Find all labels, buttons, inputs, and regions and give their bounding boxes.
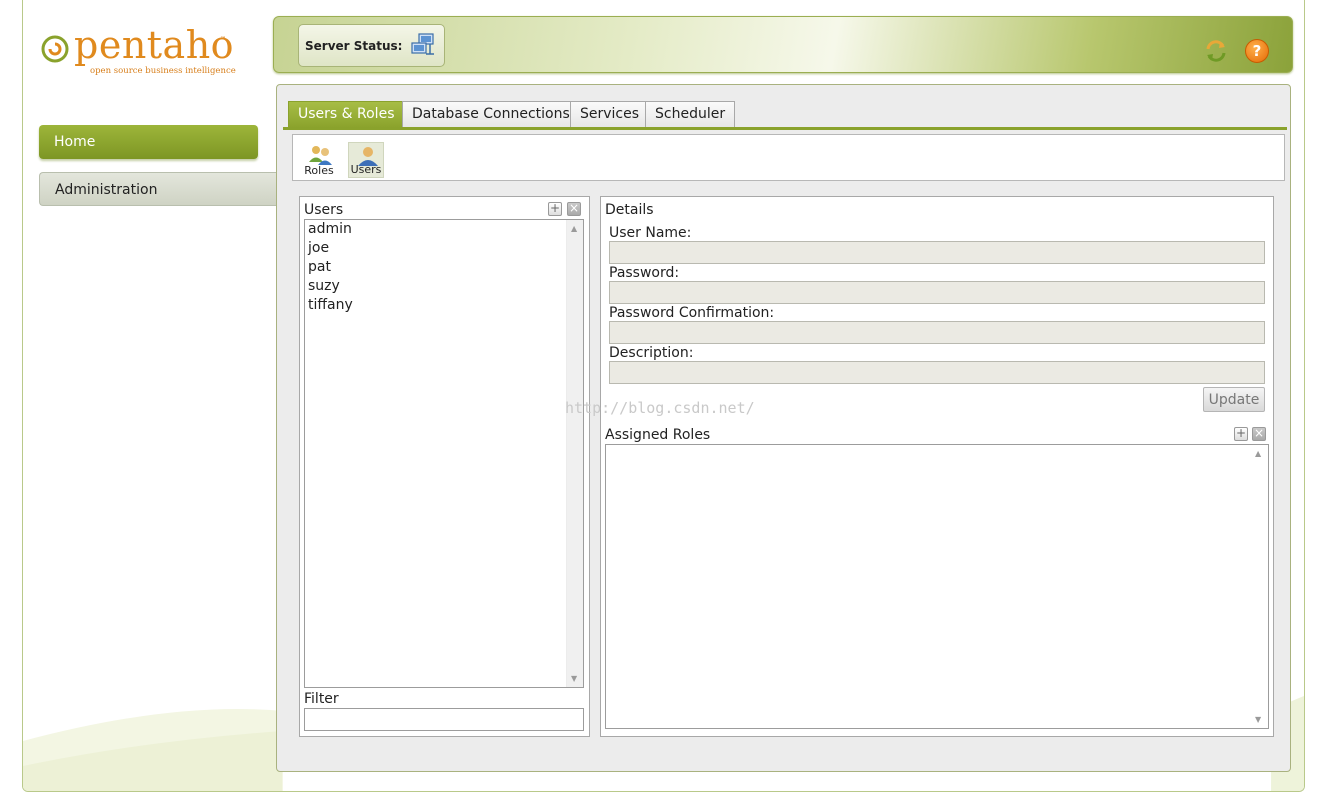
add-role-icon[interactable]: +	[1234, 427, 1248, 441]
scroll-up-icon[interactable]: ▲	[571, 224, 577, 233]
assigned-roles-list[interactable]: ▲ ▼	[605, 444, 1269, 729]
scroll-down-icon[interactable]: ▼	[571, 674, 577, 683]
password-field[interactable]	[609, 281, 1265, 304]
users-tool-label: Users	[350, 163, 382, 176]
scroll-down-icon[interactable]: ▼	[1255, 715, 1261, 724]
details-title: Details	[605, 202, 654, 218]
password-confirmation-label: Password Confirmation:	[609, 305, 775, 321]
scroll-up-icon[interactable]: ▲	[1255, 449, 1261, 458]
filter-label: Filter	[304, 691, 339, 707]
filter-input[interactable]	[304, 708, 584, 731]
users-panel-title: Users	[304, 202, 344, 218]
add-user-icon[interactable]: +	[548, 202, 562, 216]
roles-tool-label: Roles	[304, 164, 334, 177]
list-item[interactable]: admin	[307, 220, 565, 239]
list-item[interactable]: joe	[307, 239, 565, 258]
user-name-label: User Name:	[609, 225, 692, 241]
help-icon[interactable]: ?	[1245, 39, 1269, 63]
roles-icon	[309, 146, 332, 165]
remove-role-icon[interactable]: ×	[1252, 427, 1266, 441]
list-item[interactable]: pat	[307, 258, 565, 277]
remove-user-icon[interactable]: ×	[567, 202, 581, 216]
tab-scheduler[interactable]: Scheduler	[645, 101, 736, 128]
update-button[interactable]: Update	[1203, 387, 1265, 412]
user-name-field[interactable]	[609, 241, 1265, 264]
description-field[interactable]	[609, 361, 1265, 384]
server-network-icon	[411, 33, 434, 55]
watermark-text: http://blog.csdn.net/	[565, 399, 755, 417]
nav-home-button[interactable]: Home	[39, 125, 258, 159]
logo-trademark: ™	[220, 36, 226, 43]
tab-services[interactable]: Services	[570, 101, 650, 128]
password-label: Password:	[609, 265, 680, 281]
roles-tool-button[interactable]: Roles	[301, 142, 337, 178]
users-tool-button[interactable]: Users	[348, 142, 384, 178]
server-status-label: Server Status:	[305, 39, 403, 53]
assigned-roles-title: Assigned Roles	[605, 427, 711, 443]
users-list[interactable]: admin joe pat suzy tiffany ▲ ▼	[304, 219, 584, 688]
pentaho-swirl-icon	[41, 35, 69, 63]
description-label: Description:	[609, 345, 694, 361]
tab-underline	[283, 127, 1287, 130]
roles-list-scrollbar[interactable]: ▲ ▼	[1251, 445, 1268, 728]
toolbar	[292, 134, 1285, 181]
password-confirmation-field[interactable]	[609, 321, 1265, 344]
logo-wordmark: pentaho	[74, 23, 235, 67]
server-status-box[interactable]: Server Status:	[298, 24, 445, 67]
users-list-scrollbar[interactable]: ▲ ▼	[566, 220, 583, 687]
tab-users-roles[interactable]: Users & Roles	[288, 101, 405, 128]
refresh-icon[interactable]	[1204, 39, 1228, 63]
logo-tagline: open source business intelligence	[90, 66, 236, 76]
pentaho-logo: pentaho ™ open source business intellige…	[40, 22, 250, 82]
tab-database-connections[interactable]: Database Connections	[402, 101, 580, 128]
list-item[interactable]: suzy	[307, 277, 565, 296]
list-item[interactable]: tiffany	[307, 296, 565, 315]
nav-administration-button[interactable]: Administration	[39, 172, 276, 206]
